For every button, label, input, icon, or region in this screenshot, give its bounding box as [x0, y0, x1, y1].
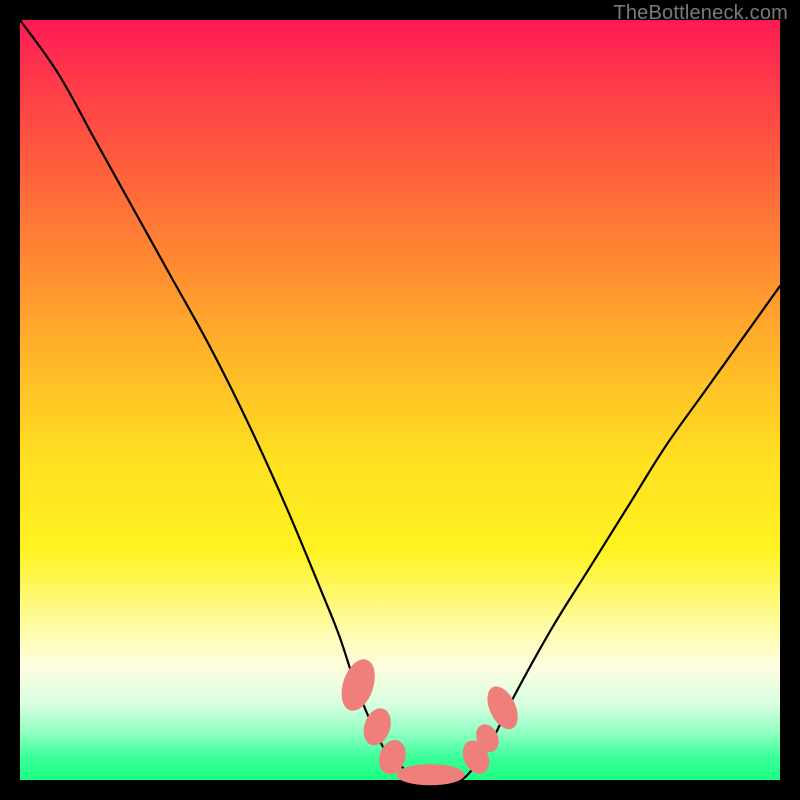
marker-left-upper	[336, 655, 381, 715]
plot-area	[20, 20, 780, 780]
chart-frame: TheBottleneck.com	[0, 0, 800, 800]
chart-svg	[20, 20, 780, 780]
watermark-text: TheBottleneck.com	[613, 2, 788, 25]
bottleneck-curve	[20, 20, 780, 781]
marker-group	[336, 655, 524, 785]
marker-bottom	[396, 764, 464, 785]
